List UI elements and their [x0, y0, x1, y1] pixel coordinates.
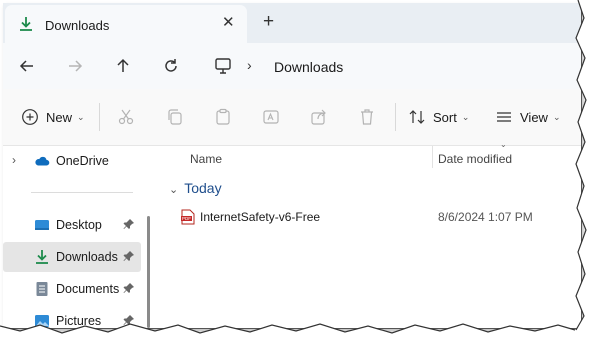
column-header-name[interactable]: Name — [190, 152, 222, 166]
navigation-pane: › OneDrive Desktop Downloads Documents P… — [3, 146, 150, 328]
paste-icon — [216, 108, 230, 125]
chevron-down-icon: ⌄ — [77, 111, 85, 122]
close-tab-icon[interactable]: ✕ — [222, 15, 235, 31]
column-divider[interactable] — [432, 146, 433, 168]
forward-button[interactable] — [65, 56, 85, 76]
sidebar-item-label: Downloads — [56, 250, 118, 264]
new-button[interactable]: New ⌄ — [21, 107, 85, 127]
file-name: InternetSafety-v6-Free — [200, 210, 321, 224]
sidebar-scrollbar[interactable] — [147, 216, 150, 328]
cloud-icon — [35, 156, 50, 166]
file-date-modified: 8/6/2024 1:07 PM — [438, 210, 533, 224]
file-row[interactable]: PDF InternetSafety-v6-Free 8/6/2024 1:07… — [179, 206, 579, 228]
arrow-up-icon — [117, 58, 129, 72]
view-button[interactable]: View ⌄ — [495, 107, 561, 127]
documents-folder-icon — [36, 282, 48, 296]
group-label: Today — [184, 180, 222, 196]
view-list-icon — [497, 112, 511, 122]
chevron-down-icon: ⌄ — [461, 111, 470, 122]
rename-button[interactable] — [262, 107, 280, 127]
paste-button[interactable] — [214, 107, 232, 127]
download-icon — [20, 17, 32, 31]
column-header-date-modified[interactable]: Date modified — [438, 152, 512, 166]
sidebar-item-pictures[interactable]: Pictures — [3, 306, 141, 328]
pin-icon[interactable] — [123, 282, 135, 294]
svg-text:PDF: PDF — [182, 216, 191, 221]
delete-button[interactable] — [358, 107, 376, 127]
pictures-folder-icon — [35, 315, 49, 327]
sidebar-item-label: OneDrive — [56, 154, 109, 168]
this-pc-icon[interactable] — [213, 56, 233, 76]
arrow-right-icon — [69, 60, 83, 72]
sort-indicator-icon: ⌄ — [500, 140, 507, 149]
plus-circle-icon — [22, 109, 38, 125]
copy-button[interactable] — [166, 107, 184, 127]
pin-icon[interactable] — [123, 314, 135, 326]
toolbar-divider — [395, 103, 396, 131]
sidebar-item-label: Documents — [56, 282, 120, 296]
new-tab-button[interactable]: + — [263, 12, 274, 32]
file-list: Name ⌄ Date modified ⌄ Today PDF Internet… — [157, 140, 581, 328]
file-explorer-window: Downloads ✕ + › Downloads New ⌄ Sort ⌄ V… — [3, 3, 582, 329]
arrow-left-icon — [19, 60, 33, 72]
back-button[interactable] — [17, 56, 37, 76]
sidebar-item-label: Desktop — [56, 218, 102, 232]
view-label: View — [520, 109, 548, 125]
chevron-down-icon: ⌄ — [552, 111, 561, 122]
sidebar-item-documents[interactable]: Documents — [3, 274, 141, 304]
share-button[interactable] — [310, 107, 328, 127]
tab-downloads[interactable]: Downloads ✕ — [5, 5, 247, 43]
tab-title: Downloads — [45, 18, 110, 33]
sidebar-item-label: Pictures — [56, 314, 102, 328]
pin-icon[interactable] — [123, 250, 135, 262]
up-button[interactable] — [113, 56, 133, 76]
sidebar-item-onedrive[interactable]: › OneDrive — [3, 146, 141, 176]
download-icon — [36, 250, 48, 264]
breadcrumb-downloads[interactable]: Downloads — [274, 59, 343, 75]
sidebar-item-desktop[interactable]: Desktop — [3, 210, 141, 240]
command-bar: New ⌄ Sort ⌄ View ⌄ — [3, 89, 581, 146]
chevron-down-icon: ⌄ — [169, 184, 179, 196]
sort-icon — [409, 110, 425, 124]
sidebar-item-downloads[interactable]: Downloads — [3, 242, 141, 272]
pin-icon[interactable] — [123, 218, 135, 230]
new-label: New — [46, 109, 73, 125]
desktop-folder-icon — [35, 220, 49, 230]
copy-icon — [168, 109, 182, 125]
breadcrumb-separator[interactable]: › — [247, 57, 252, 73]
pdf-file-icon: PDF — [181, 209, 195, 225]
sort-label: Sort — [433, 109, 457, 125]
sidebar-divider — [31, 192, 133, 193]
scissors-icon — [118, 109, 134, 125]
trash-icon — [361, 109, 373, 125]
toolbar-divider — [99, 103, 100, 131]
share-icon — [311, 109, 326, 125]
sort-button[interactable]: Sort ⌄ — [408, 107, 469, 127]
cut-button[interactable] — [117, 107, 135, 127]
refresh-button[interactable] — [161, 56, 181, 76]
refresh-icon — [165, 59, 177, 72]
expand-chevron-icon[interactable]: › — [12, 153, 16, 167]
rename-icon — [263, 110, 279, 124]
navigation-bar: › Downloads — [3, 43, 581, 89]
tab-strip: Downloads ✕ + — [3, 3, 581, 43]
group-header-today[interactable]: ⌄ Today — [169, 180, 222, 196]
